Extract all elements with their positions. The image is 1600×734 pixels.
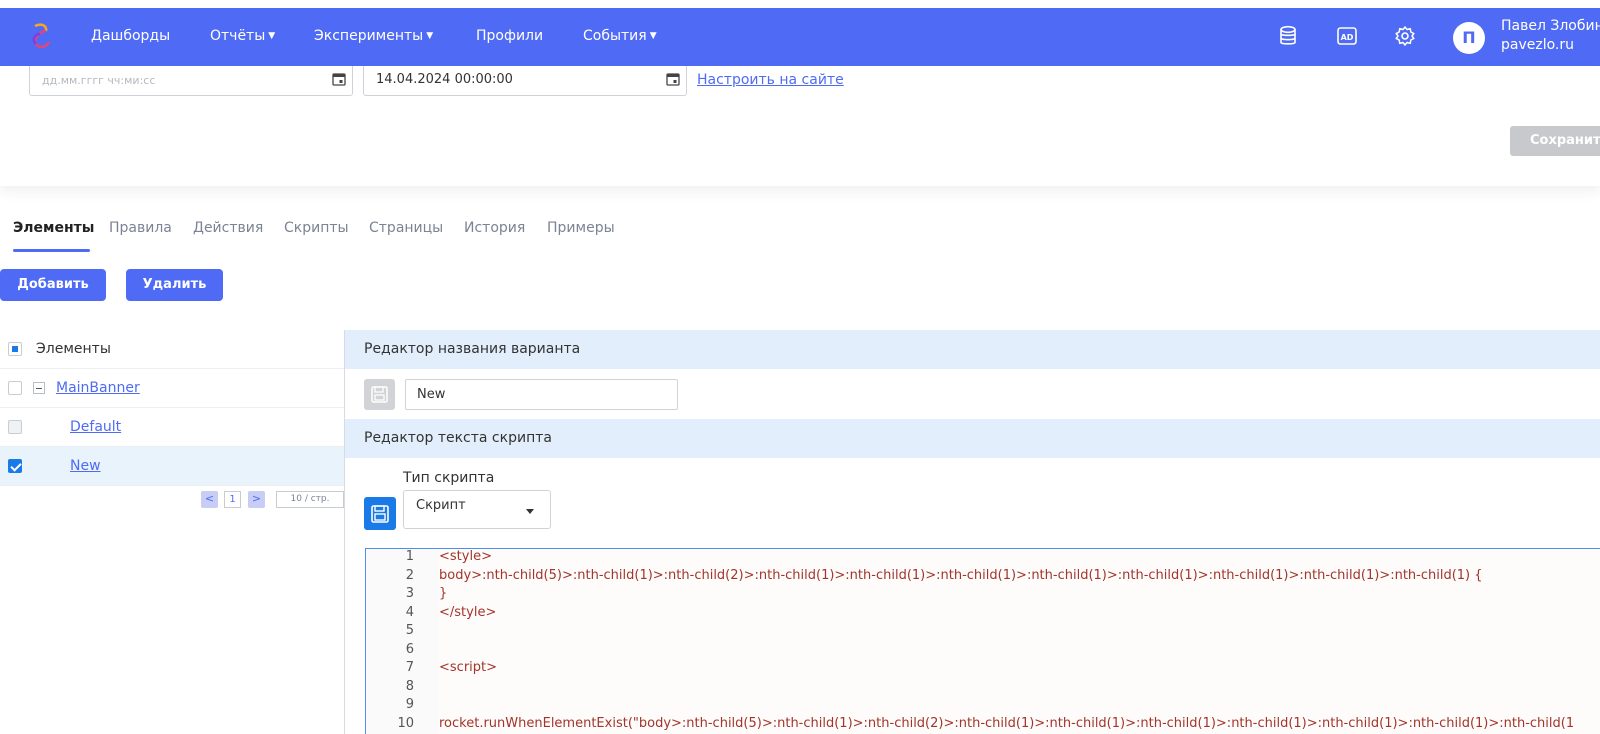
add-button[interactable]: Добавить — [0, 269, 106, 301]
tab-scripts[interactable]: Скрипты — [284, 220, 349, 236]
nav-events[interactable]: События ▼ — [583, 27, 657, 45]
tree-header-label: Элементы — [36, 341, 111, 357]
tree-header: Элементы — [0, 330, 344, 369]
chevron-down-icon: ▼ — [268, 31, 276, 41]
row-checkbox — [8, 420, 22, 434]
pager-prev-button[interactable]: < — [201, 491, 218, 508]
pager-next-button[interactable]: > — [248, 491, 265, 508]
tree-item-mainbanner[interactable]: MainBanner — [56, 380, 140, 396]
date-from-placeholder: дд.мм.гггг чч:ми:сс — [42, 74, 156, 87]
ad-icon[interactable]: AD — [1336, 25, 1358, 47]
chevron-down-icon: ▼ — [426, 31, 434, 41]
date-to-value: 14.04.2024 00:00:00 — [376, 72, 513, 87]
script-type-select[interactable]: Скрипт — [403, 490, 551, 529]
variant-name-value: New — [417, 387, 446, 402]
code-editor[interactable]: 1 <style> 2 body>:nth-child(5)>:nth-child(… — [365, 548, 1600, 734]
user-name[interactable]: Павел Злобин — [1501, 18, 1600, 34]
user-avatar[interactable]: П — [1453, 22, 1485, 54]
active-tab-indicator — [13, 249, 90, 252]
setup-on-site-link[interactable]: Настроить на сайте — [697, 72, 844, 88]
app-logo-icon[interactable] — [27, 22, 55, 52]
code-line: 1 <style> — [405, 549, 492, 564]
tab-history[interactable]: История — [464, 220, 525, 236]
pager-page[interactable]: 1 — [224, 491, 241, 508]
code-line: 3} — [405, 586, 448, 601]
script-type-label: Тип скрипта — [403, 470, 495, 486]
code-line: 10 rocket.runWhenElementExist("body>:nth-… — [397, 715, 1575, 731]
tree-item-default[interactable]: Default — [70, 419, 121, 435]
code-line: 5 — [405, 623, 414, 638]
top-navbar: Дашборды Отчёты ▼ Эксперименты ▼ Профили С… — [0, 8, 1600, 66]
gear-icon[interactable] — [1394, 25, 1416, 47]
panel-divider — [344, 330, 345, 734]
save-script-button[interactable] — [364, 497, 396, 530]
ad-icon-text: AD — [1341, 33, 1354, 42]
code-line: 7 <script> — [405, 660, 498, 675]
nav-profiles[interactable]: Профили — [476, 27, 543, 45]
code-line: 4 </style> — [405, 604, 497, 620]
floppy-icon — [371, 505, 389, 523]
row-checkbox[interactable] — [8, 459, 22, 473]
nav-experiments[interactable]: Эксперименты ▼ — [314, 27, 433, 45]
variant-editor-title: Редактор названия варианта — [364, 341, 581, 357]
select-all-checkbox[interactable] — [8, 342, 22, 356]
date-from-input[interactable]: дд.мм.гггг чч:ми:сс — [29, 66, 353, 96]
code-line: 8 — [405, 678, 414, 694]
pager-size-select[interactable]: 10 / стр. — [276, 491, 344, 508]
tree-row: New — [0, 447, 344, 486]
date-to-input[interactable]: 14.04.2024 00:00:00 — [363, 66, 687, 96]
collapse-icon[interactable] — [33, 382, 45, 394]
nav-reports[interactable]: Отчёты ▼ — [210, 27, 275, 45]
tab-pages[interactable]: Страницы — [369, 220, 443, 236]
script-editor-header: Редактор текста скрипта — [345, 419, 1600, 458]
save-button[interactable]: Сохранить — [1510, 126, 1600, 156]
script-type-value: Скрипт — [416, 498, 466, 513]
floppy-icon — [371, 386, 388, 403]
tree-row: MainBanner — [0, 369, 344, 408]
chevron-down-icon: ▼ — [649, 31, 657, 41]
caret-down-icon — [526, 509, 534, 514]
row-checkbox[interactable] — [8, 381, 22, 395]
tab-rules[interactable]: Правила — [109, 220, 172, 236]
database-icon[interactable] — [1277, 25, 1299, 47]
code-line: 9 — [405, 697, 414, 712]
tree-item-new[interactable]: New — [70, 458, 101, 474]
calendar-icon[interactable] — [332, 72, 346, 86]
code-line: 2 body>:nth-child(5)>:nth-child(1)>:nth-c… — [405, 567, 1483, 583]
variant-editor-header: Редактор названия варианта — [345, 330, 1600, 369]
variant-name-input[interactable]: New — [405, 379, 678, 410]
nav-dashboards[interactable]: Дашборды — [91, 27, 170, 45]
tab-elements[interactable]: Элементы — [13, 220, 94, 236]
user-site: pavezlo.ru — [1501, 37, 1575, 53]
tab-examples[interactable]: Примеры — [547, 220, 615, 236]
tree-row: Default — [0, 408, 344, 447]
tab-actions[interactable]: Действия — [193, 220, 263, 236]
save-name-button[interactable] — [364, 379, 395, 410]
script-editor-title: Редактор текста скрипта — [364, 430, 552, 446]
code-line: 6 — [405, 641, 414, 657]
delete-button[interactable]: Удалить — [126, 269, 223, 301]
calendar-icon[interactable] — [666, 72, 680, 86]
